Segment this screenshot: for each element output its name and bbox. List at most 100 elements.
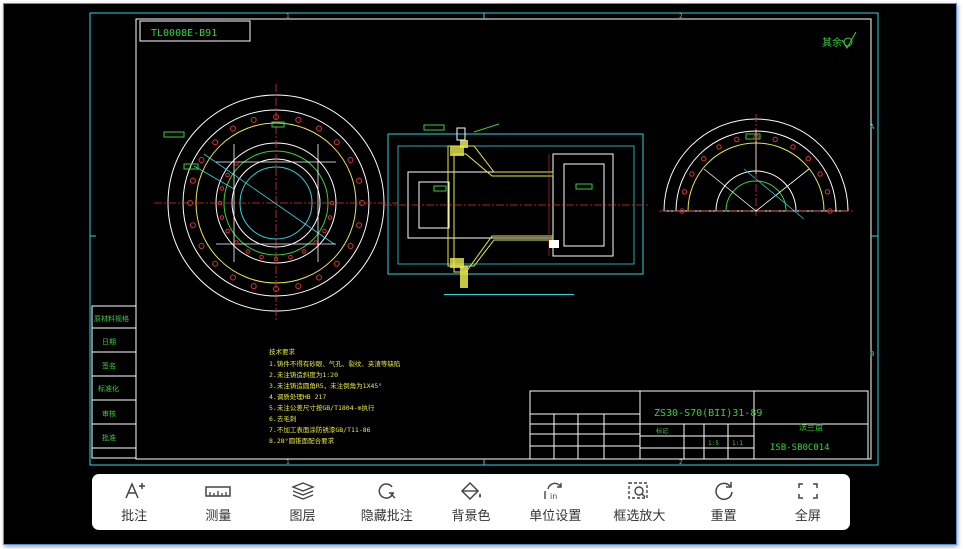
bolt-hole: [347, 157, 354, 163]
bolt-hole: [230, 125, 236, 132]
measure-button[interactable]: 测量: [178, 476, 258, 528]
reset-button[interactable]: 重置: [684, 476, 764, 528]
bolt-hole: [245, 249, 251, 254]
title-cell: 1:5: [708, 440, 719, 447]
note-line: 3.未注铸造圆角R5，未注倒角为1X45°: [269, 381, 382, 390]
bolt-hole: [250, 283, 257, 290]
bolt-hole: [198, 243, 205, 249]
bolt-hole: [250, 116, 257, 123]
layers-button[interactable]: 图层: [263, 476, 343, 528]
bolt-hole: [356, 222, 363, 229]
side-label: 批准: [102, 433, 116, 442]
grid-row-label: A: [870, 123, 875, 131]
bolt-hole: [805, 156, 811, 162]
bolt-hole: [212, 139, 219, 146]
side-label: 日期: [102, 338, 116, 346]
box-zoom-icon: [628, 481, 649, 499]
side-label: 审核: [102, 409, 116, 418]
side-label: 原材料规格: [94, 314, 129, 323]
bolt-hole: [225, 228, 230, 234]
bolt-hole: [817, 171, 823, 177]
viewer-toolbar: 批注 测量 图层 隐藏批注 背景色 in 单位设置 框选放大 重置 全屏: [92, 474, 850, 530]
side-label: 签名: [102, 361, 116, 370]
annotate-button[interactable]: 批注: [94, 476, 174, 528]
toolbar-label: 全屏: [794, 508, 821, 524]
bolt-hole: [288, 254, 293, 260]
unit-icon: in: [544, 482, 562, 501]
layers-icon: [290, 481, 315, 500]
svg-text:in: in: [550, 492, 557, 501]
toolbar-label: 单位设置: [529, 508, 582, 524]
bolt-hole: [824, 189, 831, 195]
bolt-hole: [189, 177, 196, 184]
toolbar-label: 框选放大: [613, 508, 666, 524]
toolbar-label: 背景色: [451, 508, 491, 524]
reset-icon: [714, 481, 733, 500]
bolt-hole: [259, 254, 264, 260]
note-line: 4.调质处理HB 217: [269, 392, 326, 401]
flange-section-view: [384, 123, 649, 295]
cad-viewer[interactable]: 1 2 1 2 A B TL0008E-B91 其余 原材料规格 日期 签名 标…: [3, 3, 957, 545]
part-name: 法兰盘: [799, 422, 823, 432]
bolt-hole: [734, 136, 740, 143]
bolt-hole: [225, 172, 230, 178]
unit-settings-button[interactable]: in 单位设置: [515, 476, 595, 528]
flange-half-view: [659, 114, 854, 220]
technical-notes: 技术要求 1.铸件不得有砂眼、气孔、裂纹、夹渣等缺陷 2.未注铸造斜度为1:20…: [269, 347, 400, 445]
bolt-hole: [790, 144, 796, 150]
ruler-icon: [205, 485, 232, 497]
note-line: 1.铸件不得有砂眼、气孔、裂纹、夹渣等缺陷: [269, 359, 400, 368]
drawing-number: ZS30-S70(BII)31-89: [654, 408, 762, 419]
fullscreen-icon: [798, 482, 818, 499]
note-line: 7.不加工表面涂防锈漆GB/T11-86: [269, 425, 371, 434]
bolt-hole: [356, 177, 363, 184]
bolt-hole: [295, 116, 302, 123]
grid-row-label: B: [870, 350, 874, 358]
bolt-hole: [301, 249, 307, 254]
surface-finish-label: 其余: [822, 36, 842, 49]
note-line: 8.28°圆锥面配合要求: [269, 436, 335, 445]
outer-border: [89, 12, 879, 466]
bolt-hole: [212, 260, 219, 267]
background-color-button[interactable]: 背景色: [431, 476, 511, 528]
toolbar-label: 重置: [710, 508, 737, 524]
toolbar-label: 图层: [289, 508, 316, 524]
hide-annotations-button[interactable]: 隐藏批注: [347, 476, 427, 528]
box-zoom-button[interactable]: 框选放大: [599, 476, 679, 528]
inner-border: [135, 18, 872, 460]
bolt-hole: [689, 171, 695, 177]
annotate-icon: [125, 481, 146, 498]
bolt-hole: [347, 243, 354, 249]
bolt-hole: [327, 215, 333, 220]
note-line: 2.未注铸造斜度为1:20: [269, 370, 338, 379]
toolbar-label: 隐藏批注: [360, 508, 413, 524]
bolt-hole: [316, 125, 322, 132]
drawing-top-label: TL0008E-B91: [151, 28, 217, 39]
bolt-hole: [189, 222, 196, 229]
note-line: 6.去毛刺: [269, 414, 296, 423]
bolt-hole: [716, 144, 722, 150]
title-cell: 标记: [656, 427, 668, 435]
bolt-hole: [230, 274, 236, 281]
side-label: 标准化: [98, 384, 119, 393]
grid-col-label: 2: [679, 13, 683, 20]
title-cell: 1:1: [732, 440, 743, 447]
bolt-hole: [333, 139, 340, 146]
bolt-hole: [198, 157, 205, 163]
grid-col-label: 1: [286, 459, 290, 466]
bolt-hole: [333, 260, 340, 267]
grid-col-label: 2: [679, 459, 683, 466]
paint-bucket-icon: [460, 481, 481, 500]
bolt-hole: [322, 228, 327, 234]
cad-drawing-canvas[interactable]: 1 2 1 2 A B TL0008E-B91 其余 原材料规格 日期 签名 标…: [4, 4, 956, 544]
bolt-hole: [772, 136, 778, 143]
drawing-code: ISB-SB0C014: [770, 443, 830, 453]
bolt-hole: [701, 156, 707, 162]
toolbar-label: 批注: [121, 508, 148, 524]
grid-col-label: 1: [286, 13, 290, 20]
bolt-hole: [681, 189, 688, 195]
fullscreen-button[interactable]: 全屏: [768, 476, 848, 528]
bolt-hole: [219, 215, 225, 220]
note-line: 技术要求: [269, 347, 296, 356]
note-line: 5.未注公差尺寸按GB/T1804-m执行: [269, 403, 375, 412]
